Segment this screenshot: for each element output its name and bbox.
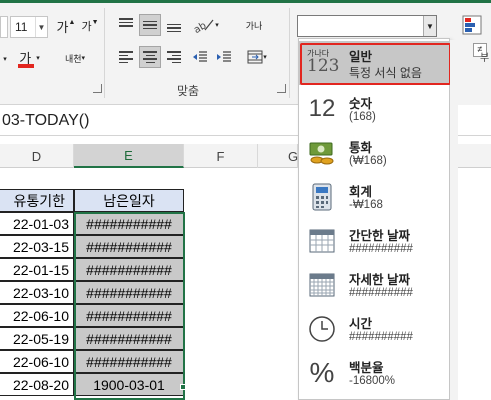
align-center-button[interactable] <box>139 46 161 68</box>
format-option-time[interactable]: 시간 ########## <box>299 308 449 352</box>
column-header-d[interactable]: D <box>0 144 74 168</box>
clock-icon <box>307 314 337 344</box>
middle-align-button[interactable] <box>139 14 161 36</box>
table-row-e[interactable]: ########### <box>74 327 184 350</box>
table-row-d[interactable]: 22-03-15 <box>0 235 74 258</box>
table-row-d[interactable]: 22-06-10 <box>0 350 74 373</box>
orientation-button[interactable]: ab ▾ <box>190 14 220 36</box>
accounting-format-icon <box>307 182 337 212</box>
format-option-name: 통화 <box>349 141 373 155</box>
format-option-name: 숫자 <box>349 97 373 111</box>
alignment-group-launcher-icon[interactable] <box>277 84 286 93</box>
decrease-indent-button[interactable] <box>189 46 211 68</box>
worksheet-grid[interactable]: 유통기한 남은일자 22-01-03 ########### 22-03-15 … <box>0 168 300 400</box>
table-row-e[interactable]: ########### <box>74 258 184 281</box>
format-option-long-date[interactable]: 자세한 날짜 ########## <box>299 264 449 308</box>
table-row-d[interactable]: 22-01-03 <box>0 212 74 235</box>
phonetic-guide-button[interactable]: 내천 ▾ <box>60 46 90 70</box>
dropdown-scrollbar[interactable] <box>450 40 458 400</box>
wrap-text-button[interactable]: 가나 <box>242 12 266 40</box>
merge-cells-icon <box>247 50 263 64</box>
borders-dropdown[interactable]: ▾ <box>0 48 10 70</box>
font-color-bar <box>18 64 35 68</box>
format-option-sample: ########## <box>349 243 413 255</box>
font-group-launcher-icon[interactable] <box>93 84 102 93</box>
alignment-group-label: 맞춤 <box>177 84 200 98</box>
chevron-down-icon: ▼ <box>35 17 47 37</box>
svg-text:ab: ab <box>192 20 208 34</box>
cell-d-header[interactable]: 유통기한 <box>0 189 74 212</box>
styles-label-partial: 부 <box>480 53 490 64</box>
decrease-font-size-button[interactable]: 가 ▼ <box>80 15 100 37</box>
font-size-value: 11 <box>15 20 28 34</box>
table-row-e[interactable]: 1900-03-01 <box>74 373 184 396</box>
format-option-sample: ########## <box>349 331 413 343</box>
table-row-d[interactable]: 22-01-15 <box>0 258 74 281</box>
table-row-e[interactable]: ########### <box>74 304 184 327</box>
text-orientation-icon: ab <box>192 19 214 34</box>
format-option-number[interactable]: 12 숫자 (168) <box>299 88 449 132</box>
bottom-align-button[interactable] <box>163 14 185 36</box>
currency-format-icon <box>307 138 337 168</box>
increase-indent-icon <box>217 51 231 62</box>
format-option-name: 회계 <box>349 185 373 199</box>
ribbon-accent-line <box>0 0 491 3</box>
font-size-select[interactable]: 11 ▼ <box>10 16 48 38</box>
cell-e-header[interactable]: 남은일자 <box>74 189 184 212</box>
align-right-button[interactable] <box>163 46 185 68</box>
format-option-sample: (₩168) <box>349 155 387 167</box>
increase-indent-button[interactable] <box>213 46 235 68</box>
number-format-icon: 12 <box>308 95 336 122</box>
format-option-sample: -₩168 <box>349 199 383 211</box>
format-option-sample: -16800% <box>349 375 396 387</box>
chevron-down-icon[interactable]: ▼ <box>423 16 436 36</box>
format-option-name: 시간 <box>349 317 373 331</box>
table-row-e[interactable]: ########### <box>74 235 184 258</box>
group-divider <box>104 8 105 98</box>
table-row-d[interactable]: 22-05-19 <box>0 327 74 350</box>
number-format-combo[interactable]: ▼ <box>297 15 437 37</box>
conditional-formatting-button[interactable] <box>460 13 486 41</box>
format-option-name: 간단한 날짜 <box>349 229 410 243</box>
table-row-d[interactable]: 22-03-10 <box>0 281 74 304</box>
align-left-button[interactable] <box>115 46 137 68</box>
percent-icon: % <box>309 357 335 388</box>
general-format-icon: 가나다 123 <box>307 49 340 76</box>
format-option-general[interactable]: 가나다 123 일반 특정 서식 없음 <box>299 41 451 85</box>
conditional-formatting-icon <box>462 15 482 35</box>
top-align-button[interactable] <box>115 14 137 36</box>
format-option-sample: 특정 서식 없음 <box>349 66 422 80</box>
format-option-accounting[interactable]: 회계 -₩168 <box>299 176 449 220</box>
increase-font-size-button[interactable]: 가 ▲ <box>56 15 76 37</box>
long-date-icon <box>307 270 337 300</box>
font-color-button[interactable]: 가 ▾ <box>16 46 42 70</box>
formula-text[interactable]: 03-TODAY() <box>2 112 89 130</box>
format-option-sample: ########## <box>349 287 413 299</box>
decrease-indent-icon <box>193 51 207 62</box>
format-option-name: 일반 <box>349 50 373 64</box>
table-row-d[interactable]: 22-06-10 <box>0 304 74 327</box>
number-format-dropdown: 가나다 123 일반 특정 서식 없음 12 숫자 (168) 통화 (₩168… <box>298 38 451 400</box>
column-header-f[interactable]: F <box>184 144 258 168</box>
table-row-d[interactable]: 22-08-20 <box>0 373 74 396</box>
column-header-e[interactable]: E <box>74 144 184 168</box>
group-divider <box>289 8 290 98</box>
font-name-select[interactable] <box>0 16 8 38</box>
format-option-short-date[interactable]: 간단한 날짜 ########## <box>299 220 449 264</box>
styles-group-partial: ≠ 부 <box>458 3 491 105</box>
table-row-e[interactable]: ########### <box>74 281 184 304</box>
format-option-name: 백분율 <box>349 361 384 375</box>
table-row-e[interactable]: ########### <box>74 212 184 235</box>
merge-center-button[interactable]: ▾ <box>242 46 272 68</box>
fill-handle[interactable] <box>180 384 186 390</box>
format-option-percent[interactable]: % 백분율 -16800% <box>299 352 449 396</box>
format-option-name: 자세한 날짜 <box>349 273 410 287</box>
format-option-sample: (168) <box>349 111 376 123</box>
table-row-e[interactable]: ########### <box>74 350 184 373</box>
short-date-icon <box>307 226 337 256</box>
format-option-currency[interactable]: 통화 (₩168) <box>299 132 449 176</box>
column-header-g[interactable]: G <box>258 144 298 168</box>
